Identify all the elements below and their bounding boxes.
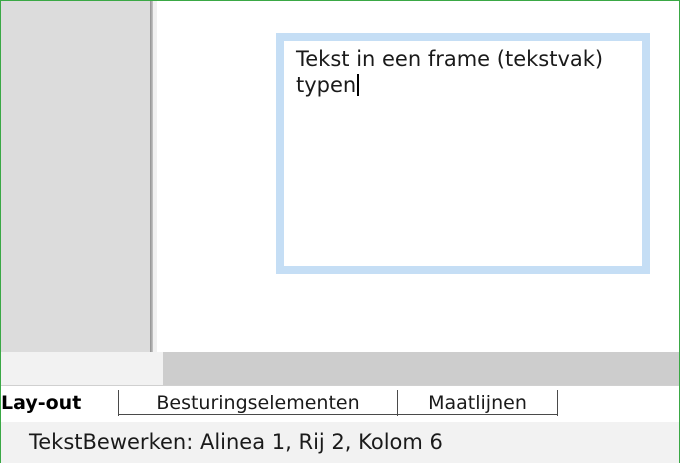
tab-separator — [557, 390, 558, 416]
page-margin-area — [1, 1, 150, 352]
tab-besturingselementen-label: Besturingselementen — [156, 392, 360, 414]
tab-layout-label: Lay-out — [1, 392, 82, 414]
frame-text-line-2: typen — [296, 72, 638, 98]
tab-maatlijnen-label: Maatlijnen — [428, 392, 527, 414]
text-cursor — [357, 74, 359, 96]
tab-besturingselementen[interactable]: Besturingselementen — [119, 386, 397, 422]
layer-tab-bar: Lay-out Besturingselementen Maatlijnen — [0, 385, 680, 422]
frame-text-line-2-text: typen — [296, 73, 357, 97]
tab-maatlijnen[interactable]: Maatlijnen — [398, 386, 557, 422]
horizontal-scrollbar[interactable] — [163, 352, 679, 385]
tab-layout[interactable]: Lay-out — [0, 386, 118, 422]
status-bar: TekstBewerken: Alinea 1, Rij 2, Kolom 6 — [0, 422, 680, 463]
text-frame[interactable]: Tekst in een frame (tekstvak) typen — [276, 33, 650, 274]
frame-text-line-1: Tekst in een frame (tekstvak) — [296, 47, 604, 71]
document-window: Tekst in een frame (tekstvak) typen Lay-… — [0, 0, 680, 463]
tab-bottom-line — [118, 414, 558, 415]
status-text: TekstBewerken: Alinea 1, Rij 2, Kolom 6 — [29, 430, 443, 454]
frame-text-content[interactable]: Tekst in een frame (tekstvak) typen — [296, 46, 638, 98]
horizontal-scroll-left-area — [1, 352, 163, 385]
